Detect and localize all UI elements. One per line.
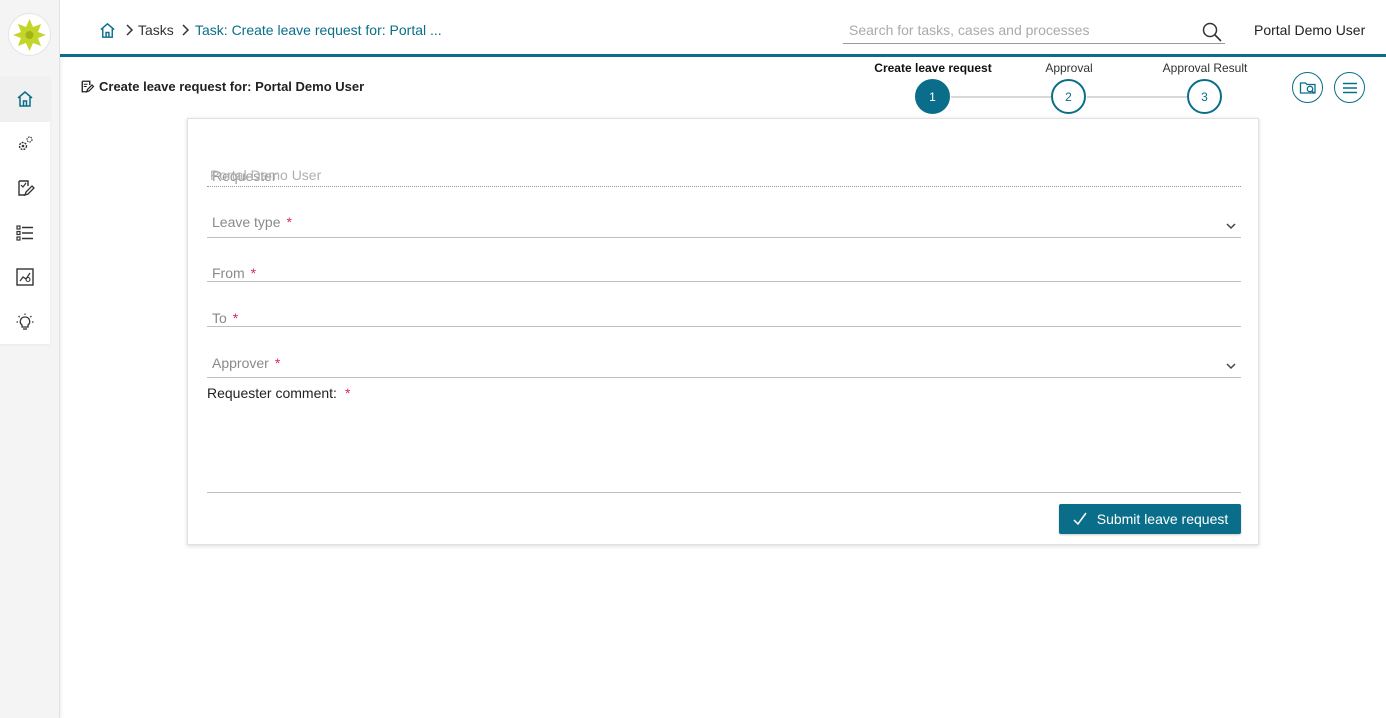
sidebar-item-processes[interactable] (0, 122, 50, 167)
breadcrumb-tasks[interactable]: Tasks (138, 20, 174, 40)
search-input[interactable] (843, 18, 1183, 42)
submit-label: Submit leave request (1096, 511, 1229, 527)
global-search (843, 18, 1225, 44)
from-date-field[interactable]: From * (207, 258, 1241, 282)
task-edit-icon (81, 80, 95, 93)
sidebar (0, 0, 60, 718)
sidebar-item-statistics[interactable] (0, 255, 50, 300)
search-icon[interactable] (1201, 21, 1223, 43)
required-marker: * (344, 385, 351, 401)
stepper-connector (1087, 96, 1187, 98)
breadcrumb-home[interactable] (98, 20, 117, 40)
idea-bulb-icon (16, 313, 34, 330)
approver-select[interactable]: Approver * (207, 347, 1241, 378)
requester-field: Requester Portal Demo User (207, 161, 1241, 187)
step-3: 3 (1187, 79, 1222, 114)
chevron-down-icon[interactable] (1225, 220, 1237, 232)
processes-gear-icon (18, 136, 33, 150)
sidebar-item-ideas[interactable] (0, 300, 50, 345)
home-icon (17, 91, 33, 107)
step-2: 2 (1051, 79, 1086, 114)
top-header: Tasks Task: Create leave request for: Po… (60, 0, 1386, 57)
page-title: Create leave request for: Portal Demo Us… (80, 79, 364, 94)
sidebar-item-tasks[interactable] (0, 166, 50, 211)
check-icon (1073, 512, 1087, 526)
folder-search-icon (1299, 81, 1316, 94)
statistics-icon (16, 268, 34, 286)
chevron-right-icon (180, 20, 190, 40)
case-details-button[interactable] (1292, 72, 1323, 103)
requester-value: Portal Demo User (210, 167, 322, 183)
required-marker: * (274, 355, 281, 371)
leave-type-label: Leave type (212, 214, 281, 230)
required-marker: * (250, 265, 257, 281)
step-label-2: Approval (1045, 61, 1093, 75)
required-marker: * (232, 310, 239, 326)
from-label: From (212, 265, 245, 281)
step-label-3: Approval Result (1162, 61, 1248, 75)
page-title-text: Create leave request for: Portal Demo Us… (99, 79, 365, 94)
ivy-logo-icon[interactable] (8, 13, 51, 56)
stepper-connector (951, 96, 1051, 98)
hamburger-menu-icon (1342, 82, 1357, 93)
user-menu[interactable]: Portal Demo User (1254, 22, 1365, 38)
comment-label: Requester comment: (207, 385, 337, 401)
leave-type-select[interactable]: Leave type * (207, 207, 1241, 238)
sidebar-nav (0, 77, 50, 344)
cases-list-icon (16, 225, 33, 241)
chevron-right-icon (124, 20, 134, 40)
requester-comment-textarea[interactable] (207, 406, 1241, 493)
tasks-icon (18, 180, 35, 197)
step-1: 1 (915, 79, 950, 114)
approver-label: Approver (212, 355, 269, 371)
sidebar-item-cases[interactable] (0, 211, 50, 256)
step-label-1: Create leave request (874, 61, 992, 75)
to-date-field[interactable]: To * (207, 303, 1241, 327)
breadcrumb-current-task[interactable]: Task: Create leave request for: Portal .… (195, 20, 442, 40)
to-label: To (212, 310, 227, 326)
sidebar-item-home[interactable] (0, 77, 50, 122)
submit-leave-request-button[interactable]: Submit leave request (1059, 504, 1241, 534)
chevron-down-icon[interactable] (1225, 360, 1237, 372)
home-icon (100, 22, 115, 38)
required-marker: * (286, 214, 292, 230)
leave-request-form: Requester Portal Demo User Leave type * F… (187, 118, 1259, 545)
menu-button[interactable] (1334, 72, 1365, 103)
